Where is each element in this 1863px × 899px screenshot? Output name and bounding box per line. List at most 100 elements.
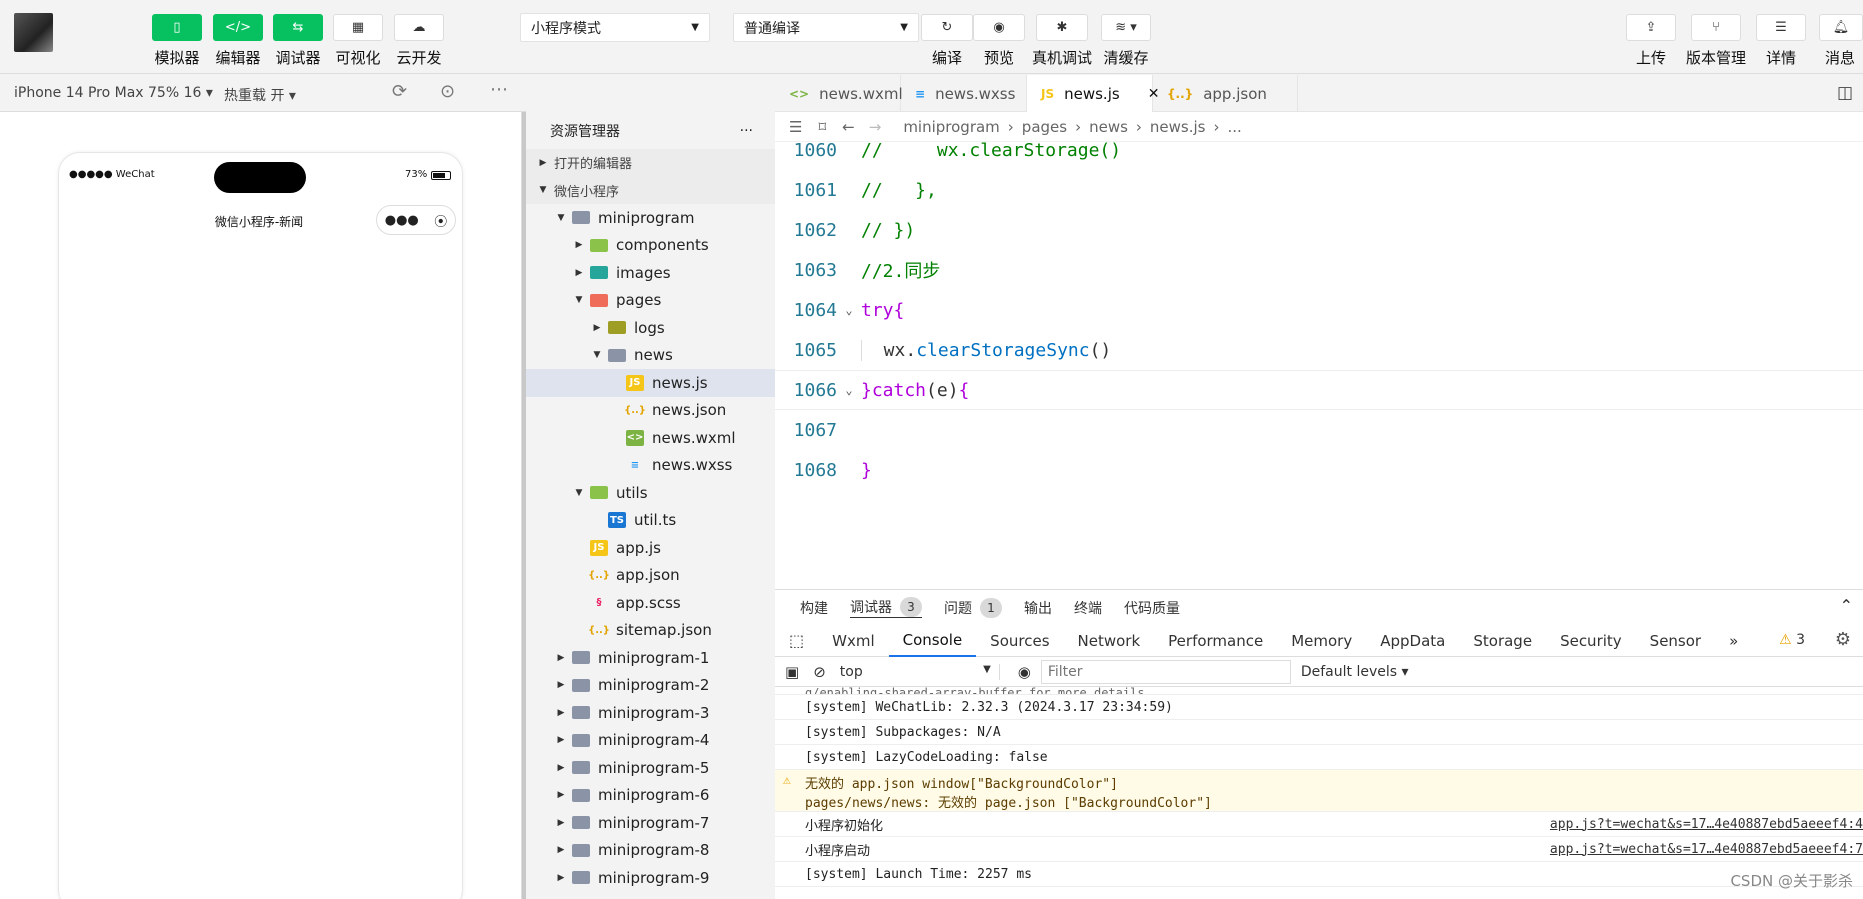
tree-item-label: miniprogram-1 [598,648,710,667]
tab-news-js[interactable]: JS news.js ✕ [1027,75,1159,112]
more-tabs-icon[interactable]: » [1715,625,1752,657]
panel-tab[interactable]: 代码质量 [1124,598,1180,618]
tree-item[interactable]: ▶ ▬ miniprogram-9 [526,864,775,892]
chevron-right-icon: ▶ [557,762,565,773]
panel-tab[interactable]: 调试器 3 [850,597,922,618]
hot-reload-select[interactable]: 热重载 开 ▾ [224,85,296,105]
tab-app-json[interactable]: {..} app.json [1153,75,1298,112]
tree-item[interactable]: ▶ ▬ logs [526,314,775,342]
tree-item[interactable]: ▶ ▬ components [526,232,775,260]
devtools-tab-sources[interactable]: Sources [976,625,1063,657]
clear-console-icon[interactable]: ⊘ [813,663,826,681]
layers-icon: ≋ ▾ [1115,20,1137,35]
tree-item[interactable]: ▶ ▬ miniprogram-1 [526,644,775,672]
open-editors-section[interactable]: ▶ 打开的编辑器 [526,149,775,177]
devtools-tab-performance[interactable]: Performance [1154,625,1277,657]
tree-item[interactable]: ▶ ▬ miniprogram-3 [526,699,775,727]
split-editor-icon[interactable]: ◫ [1837,83,1853,103]
devtools-tab-storage[interactable]: Storage [1459,625,1546,657]
tree-item[interactable]: ▶ ▬ miniprogram-6 [526,782,775,810]
devtools-tab-security[interactable]: Security [1546,625,1636,657]
log-source-link[interactable]: app.js?t=wechat&s=17…4e40887ebd5aeeef4:4 [1550,817,1863,832]
tree-item[interactable]: ▶ ▬ images [526,259,775,287]
tree-item[interactable]: {..} app.json [526,562,775,590]
messages-button[interactable]: 🔔︎ [1819,14,1863,41]
tree-item-label: news.json [652,401,727,420]
clear-cache-button[interactable]: ≋ ▾ [1101,14,1151,41]
tree-item[interactable]: {..} news.json [526,397,775,425]
tree-item[interactable]: ▼ ▬ utils [526,479,775,507]
warning-count[interactable]: ⚠ 3 [1779,632,1805,648]
tree-item[interactable]: ▶ ▬ miniprogram-5 [526,754,775,782]
panel-tab[interactable]: 构建 [800,598,828,618]
tree-item[interactable]: {..} sitemap.json [526,617,775,645]
tree-item[interactable]: ▶ ▬ miniprogram-2 [526,672,775,700]
editor-toggle-button[interactable]: </> [213,14,263,41]
more-dots-icon[interactable]: ●●● [385,213,419,228]
tree-item[interactable]: § app.scss [526,589,775,617]
cloud-dev-button[interactable]: ☁ [394,14,444,41]
details-button[interactable]: ☰ [1756,14,1806,41]
devtools-tab-wxml[interactable]: Wxml [818,625,889,657]
tree-item-label: utils [616,483,648,502]
eye-icon[interactable]: ◉ [1018,663,1031,681]
inspect-icon[interactable]: ⬚ [775,625,818,657]
tree-item[interactable]: ▶ ▬ miniprogram-4 [526,727,775,755]
version-button[interactable]: ⑂ [1691,14,1741,41]
panel-tab[interactable]: 问题 1 [944,597,1002,618]
tree-item-label: miniprogram-9 [598,868,710,887]
upload-button[interactable]: ⇪ [1626,14,1676,41]
fold-chevron-icon[interactable]: ⌄ [837,303,861,317]
context-select[interactable]: top ▼ [840,663,1000,680]
gear-icon[interactable]: ⚙ [1835,629,1851,650]
tree-item[interactable]: JS news.js [526,369,775,397]
tab-news-wxss[interactable]: ≡ news.wxss [901,75,1027,112]
user-avatar[interactable] [14,13,53,52]
more-icon[interactable]: ⋯ [490,79,508,100]
stop-icon[interactable]: ⊙ [440,81,455,102]
code-token: wx. [862,339,917,361]
tree-item[interactable]: ▼ ▬ miniprogram [526,204,775,232]
tab-news-wxml[interactable]: <> news.wxml [775,75,903,112]
fold-chevron-icon[interactable]: ⌄ [837,383,861,397]
sidebar-toggle-icon[interactable]: ▣ [785,663,799,681]
tree-item[interactable]: ▶ ▬ miniprogram-7 [526,809,775,837]
devtools-tab-network[interactable]: Network [1064,625,1155,657]
tree-item[interactable]: JS app.js [526,534,775,562]
project-section[interactable]: ▼ 微信小程序 [526,176,775,204]
rotate-icon[interactable]: ⟳ [392,81,407,102]
tree-item[interactable]: ≡ news.wxss [526,452,775,480]
devtools-tab-memory[interactable]: Memory [1277,625,1366,657]
visual-label: 可视化 [335,49,381,67]
filter-input[interactable] [1040,659,1291,684]
tree-item[interactable]: ▼ ▬ pages [526,287,775,315]
code-line: 1065 wx.clearStorageSync() [775,330,1863,370]
devtools-tab-sensor[interactable]: Sensor [1636,625,1715,657]
tree-item[interactable]: ▼ ▬ news [526,342,775,370]
devtools-tab-appdata[interactable]: AppData [1366,625,1459,657]
file-tree: ▶ 打开的编辑器 ▼ 微信小程序 ▼ ▬ miniprogram ▶ ▬ components… [526,149,775,892]
capsule-menu[interactable]: ●●● ⦿ [376,205,456,235]
remote-debug-button[interactable]: ✱ [1036,14,1088,41]
tree-item[interactable]: ▶ ▬ miniprogram-8 [526,837,775,865]
close-capsule-icon[interactable]: ⦿ [434,211,447,230]
devtools-tab-console[interactable]: Console [888,625,977,657]
device-select[interactable]: iPhone 14 Pro Max 75% 16 ▾ [14,85,213,101]
compile-select[interactable]: 普通编译 ▼ [733,13,919,42]
log-source-link[interactable]: app.js?t=wechat&s=17…4e40887ebd5aeeef4:7 [1550,842,1863,857]
tree-item[interactable]: <> news.wxml [526,424,775,452]
explorer-more-icon[interactable]: ··· [740,123,753,139]
tree-item[interactable]: TS util.ts [526,507,775,535]
preview-button[interactable]: ◉ [973,14,1025,41]
phone-icon: ▯ [173,20,181,35]
mode-select[interactable]: 小程序模式 ▼ [520,13,710,42]
code-token: clearStorageSync [916,339,1090,361]
debugger-toggle-button[interactable]: ⇆ [273,14,323,41]
collapse-panel-icon[interactable]: ⌃ [1840,596,1853,615]
levels-select[interactable]: Default levels ▾ [1301,664,1409,680]
compile-button[interactable]: ↻ [921,14,973,41]
simulator-toggle-button[interactable]: ▯ [152,14,202,41]
panel-tab[interactable]: 终端 [1074,598,1102,618]
visual-toggle-button[interactable]: ▦ [333,14,383,41]
panel-tab[interactable]: 输出 [1024,598,1052,618]
